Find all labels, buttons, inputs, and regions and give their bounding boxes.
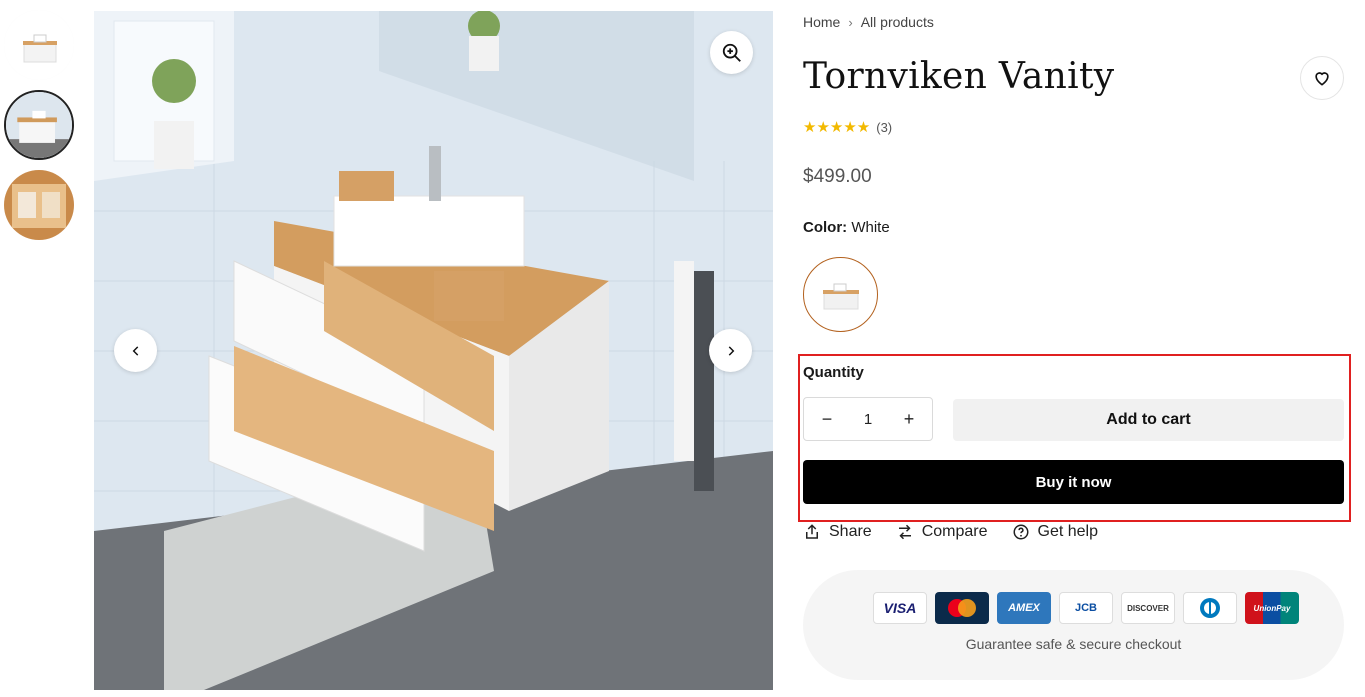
diners-club-card-icon <box>1183 592 1237 624</box>
discover-card-icon: DISCOVER <box>1121 592 1175 624</box>
payment-methods: VISA AMEX JCB DISCOVER UnionPay <box>873 592 1299 624</box>
chevron-left-icon <box>132 345 138 356</box>
share-label: Share <box>829 523 872 540</box>
thumbnail-3[interactable] <box>4 170 74 240</box>
swatch-vanity-image <box>822 283 859 309</box>
chevron-right-icon <box>728 345 734 356</box>
secure-checkout-text: Guarantee safe & secure checkout <box>965 636 1182 652</box>
next-image-button[interactable] <box>709 329 752 372</box>
mastercard-icon <box>935 592 989 624</box>
heart-icon <box>1315 72 1329 86</box>
breadcrumb-home[interactable]: Home <box>803 14 840 30</box>
unionpay-card-icon: UnionPay <box>1245 592 1299 624</box>
product-actions: Share Compare Get help <box>803 523 1098 541</box>
color-option-label: Color: White <box>803 219 890 236</box>
breadcrumb: Home › All products <box>803 14 934 30</box>
color-swatch-white[interactable] <box>803 257 878 332</box>
wishlist-button[interactable] <box>1300 56 1344 100</box>
zoom-button[interactable] <box>710 31 753 74</box>
breadcrumb-separator: › <box>848 14 853 30</box>
previous-image-button[interactable] <box>114 329 157 372</box>
product-main-image <box>94 11 773 690</box>
jcb-card-icon: JCB <box>1059 592 1113 624</box>
thumbnail-2[interactable] <box>4 90 74 160</box>
amex-card-icon: AMEX <box>997 592 1051 624</box>
get-help-label: Get help <box>1037 523 1098 540</box>
visa-card-icon: VISA <box>873 592 927 624</box>
secure-checkout-panel: VISA AMEX JCB DISCOVER UnionPay Guarante… <box>803 570 1344 680</box>
get-help-button[interactable]: Get help <box>1012 523 1098 541</box>
color-value: White <box>851 219 890 236</box>
thumbnail-list <box>4 10 76 250</box>
product-price: $499.00 <box>803 166 872 187</box>
rating-count: (3) <box>876 119 893 135</box>
compare-label: Compare <box>921 523 988 540</box>
purchase-highlight-box <box>798 354 1351 522</box>
rating[interactable]: ★★★★★ (3) <box>803 118 892 136</box>
breadcrumb-current[interactable]: All products <box>861 14 934 30</box>
product-title: Tornviken Vanity <box>803 56 1115 97</box>
compare-button[interactable]: Compare <box>896 523 988 541</box>
share-icon <box>806 524 818 539</box>
vanity-scene-illustration <box>94 11 773 690</box>
zoom-in-icon <box>722 43 741 62</box>
share-button[interactable]: Share <box>803 523 872 541</box>
compare-icon <box>898 524 911 540</box>
color-label: Color: <box>803 219 848 236</box>
thumbnail-1[interactable] <box>4 10 74 80</box>
rating-stars: ★★★★★ <box>803 119 871 136</box>
question-circle-icon <box>1013 524 1029 540</box>
